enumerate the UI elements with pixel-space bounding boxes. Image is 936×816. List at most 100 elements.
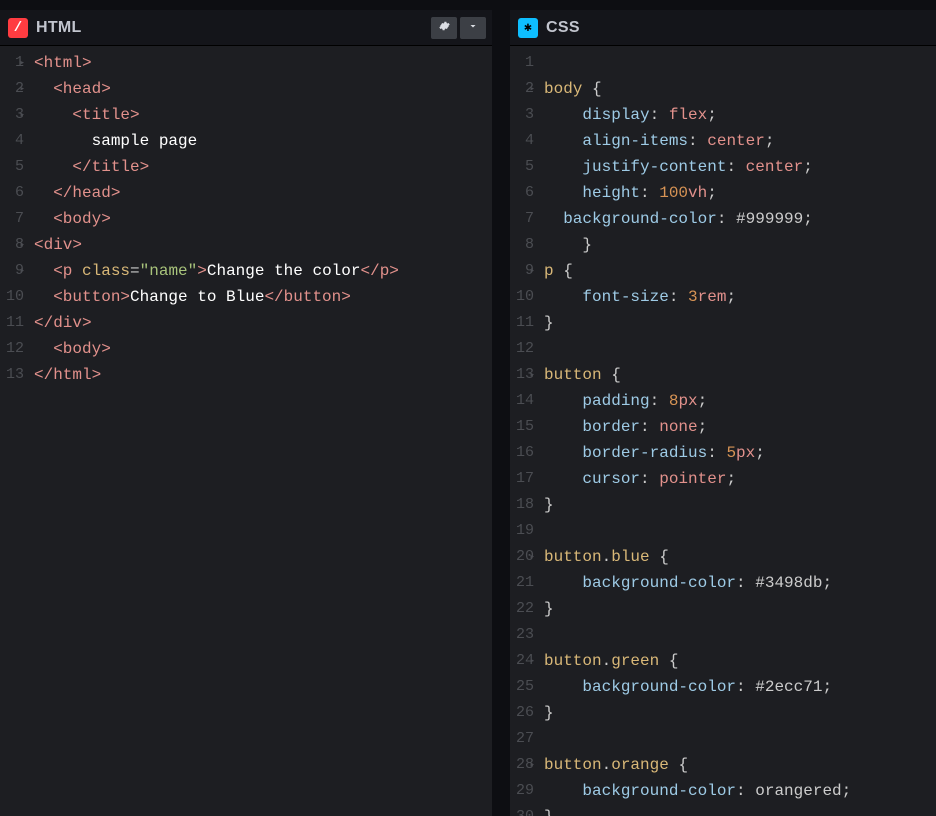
pane-divider[interactable] bbox=[492, 10, 510, 816]
line-number: 10 bbox=[0, 284, 24, 310]
line-number: 7 bbox=[0, 206, 24, 232]
line-number: 25 bbox=[510, 674, 534, 700]
line-number: 11 bbox=[0, 310, 24, 336]
code-line[interactable]: p { bbox=[544, 258, 936, 284]
code-line[interactable]: } bbox=[544, 700, 936, 726]
html-pane-title: HTML bbox=[36, 19, 82, 37]
line-number: 5 bbox=[510, 154, 534, 180]
code-line[interactable]: <title> bbox=[34, 102, 492, 128]
line-number: 29 bbox=[510, 778, 534, 804]
code-line[interactable]: <head> bbox=[34, 76, 492, 102]
css-pane-title: CSS bbox=[546, 19, 580, 37]
html-editor[interactable]: 12345678910111213 <html> <head> <title> … bbox=[0, 46, 492, 816]
settings-button[interactable] bbox=[431, 17, 457, 39]
code-line[interactable]: } bbox=[544, 596, 936, 622]
line-number: 21 bbox=[510, 570, 534, 596]
code-line[interactable]: } bbox=[544, 804, 936, 816]
code-line[interactable]: background-color: #999999; bbox=[544, 206, 936, 232]
line-number: 4 bbox=[0, 128, 24, 154]
line-number: 30 bbox=[510, 804, 534, 816]
line-number: 18 bbox=[510, 492, 534, 518]
code-line[interactable]: <body> bbox=[34, 336, 492, 362]
code-line[interactable]: <p class="name">Change the color</p> bbox=[34, 258, 492, 284]
code-line[interactable]: </html> bbox=[34, 362, 492, 388]
code-line[interactable]: <div> bbox=[34, 232, 492, 258]
line-number: 28 bbox=[510, 752, 534, 778]
code-line[interactable] bbox=[544, 726, 936, 752]
line-number: 15 bbox=[510, 414, 534, 440]
line-number: 24 bbox=[510, 648, 534, 674]
code-line[interactable]: <body> bbox=[34, 206, 492, 232]
line-number: 1 bbox=[0, 50, 24, 76]
code-line[interactable]: font-size: 3rem; bbox=[544, 284, 936, 310]
code-line[interactable]: border: none; bbox=[544, 414, 936, 440]
code-line[interactable]: align-items: center; bbox=[544, 128, 936, 154]
expand-button[interactable] bbox=[460, 17, 486, 39]
css-pane: ✱ CSS 1234567891011121314151617181920212… bbox=[510, 10, 936, 816]
line-number: 19 bbox=[510, 518, 534, 544]
code-line[interactable] bbox=[544, 518, 936, 544]
html-pane-header: / HTML bbox=[0, 10, 492, 46]
code-line[interactable] bbox=[544, 336, 936, 362]
line-number: 8 bbox=[510, 232, 534, 258]
code-line[interactable]: button.blue { bbox=[544, 544, 936, 570]
html-code[interactable]: <html> <head> <title> sample page </titl… bbox=[34, 50, 492, 816]
css-badge-icon: ✱ bbox=[518, 18, 538, 38]
line-number: 7 bbox=[510, 206, 534, 232]
css-code[interactable]: body { display: flex; align-items: cente… bbox=[544, 50, 936, 816]
line-number: 27 bbox=[510, 726, 534, 752]
line-number: 12 bbox=[0, 336, 24, 362]
line-number: 2 bbox=[510, 76, 534, 102]
code-line[interactable]: sample page bbox=[34, 128, 492, 154]
code-line[interactable]: } bbox=[544, 310, 936, 336]
code-line[interactable]: button.orange { bbox=[544, 752, 936, 778]
line-number: 3 bbox=[510, 102, 534, 128]
code-line[interactable]: border-radius: 5px; bbox=[544, 440, 936, 466]
line-number: 26 bbox=[510, 700, 534, 726]
line-number: 2 bbox=[0, 76, 24, 102]
line-number: 13 bbox=[510, 362, 534, 388]
code-line[interactable]: <button>Change to Blue</button> bbox=[34, 284, 492, 310]
code-line[interactable]: padding: 8px; bbox=[544, 388, 936, 414]
code-line[interactable]: display: flex; bbox=[544, 102, 936, 128]
editor-app: / HTML 12345678910111213 <html> <head> <… bbox=[0, 0, 936, 816]
line-number: 1 bbox=[510, 50, 534, 76]
code-line[interactable]: </head> bbox=[34, 180, 492, 206]
line-number: 3 bbox=[0, 102, 24, 128]
line-number: 17 bbox=[510, 466, 534, 492]
code-line[interactable]: body { bbox=[544, 76, 936, 102]
line-number: 5 bbox=[0, 154, 24, 180]
code-line[interactable]: </title> bbox=[34, 154, 492, 180]
line-number: 14 bbox=[510, 388, 534, 414]
css-editor[interactable]: 1234567891011121314151617181920212223242… bbox=[510, 46, 936, 816]
code-line[interactable]: <html> bbox=[34, 50, 492, 76]
code-line[interactable]: background-color: #2ecc71; bbox=[544, 674, 936, 700]
html-pane: / HTML 12345678910111213 <html> <head> <… bbox=[0, 10, 492, 816]
line-number: 8 bbox=[0, 232, 24, 258]
line-number: 9 bbox=[510, 258, 534, 284]
code-line[interactable]: button { bbox=[544, 362, 936, 388]
line-number: 16 bbox=[510, 440, 534, 466]
line-number: 4 bbox=[510, 128, 534, 154]
line-number: 11 bbox=[510, 310, 534, 336]
code-line[interactable]: } bbox=[544, 232, 936, 258]
line-number: 6 bbox=[0, 180, 24, 206]
code-line[interactable]: background-color: #3498db; bbox=[544, 570, 936, 596]
html-badge-icon: / bbox=[8, 18, 28, 38]
code-line[interactable]: </div> bbox=[34, 310, 492, 336]
line-number: 13 bbox=[0, 362, 24, 388]
code-line[interactable] bbox=[544, 622, 936, 648]
code-line[interactable] bbox=[544, 50, 936, 76]
code-line[interactable]: cursor: pointer; bbox=[544, 466, 936, 492]
code-line[interactable]: height: 100vh; bbox=[544, 180, 936, 206]
code-line[interactable]: button.green { bbox=[544, 648, 936, 674]
line-number: 20 bbox=[510, 544, 534, 570]
line-number: 9 bbox=[0, 258, 24, 284]
code-line[interactable]: justify-content: center; bbox=[544, 154, 936, 180]
code-line[interactable]: } bbox=[544, 492, 936, 518]
css-pane-header: ✱ CSS bbox=[510, 10, 936, 46]
chevron-down-icon bbox=[467, 19, 479, 37]
line-number: 6 bbox=[510, 180, 534, 206]
css-gutter: 1234567891011121314151617181920212223242… bbox=[510, 50, 544, 816]
code-line[interactable]: background-color: orangered; bbox=[544, 778, 936, 804]
